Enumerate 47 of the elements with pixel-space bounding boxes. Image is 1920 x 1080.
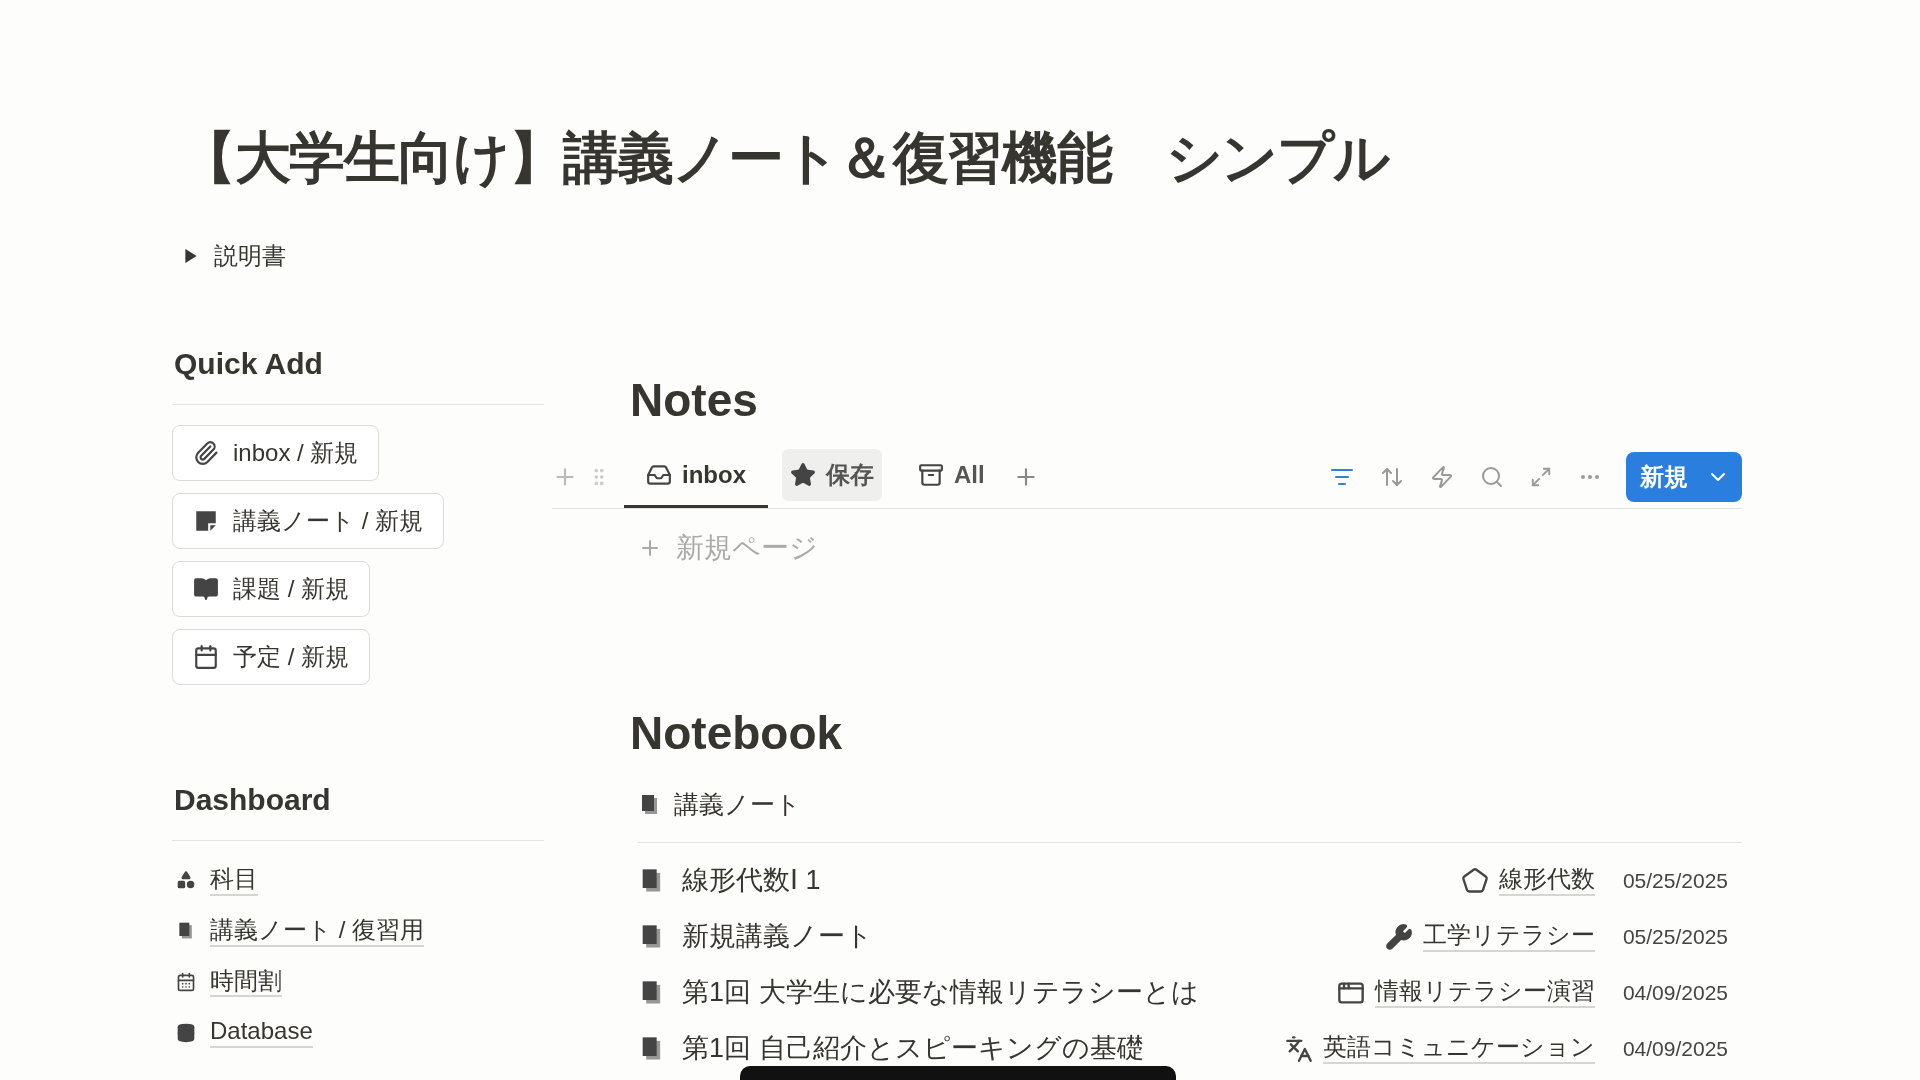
dashboard-link[interactable]: 科目 xyxy=(210,865,258,896)
note-title[interactable]: 新規講義ノート xyxy=(682,916,873,957)
book-icon xyxy=(193,576,219,602)
calendar-icon xyxy=(193,644,219,670)
page-title: 【大学生向け】講義ノート＆復習機能 シンプル xyxy=(180,130,1391,186)
note-title[interactable]: 第1回 大学生に必要な情報リテラシーとは xyxy=(682,972,1199,1013)
calendar-icon xyxy=(176,972,196,992)
wrench-icon xyxy=(1384,922,1413,951)
note-title[interactable]: 線形代数Ⅰ 1 xyxy=(682,860,821,901)
group-label: 講義ノート xyxy=(674,789,801,820)
quick-add-button[interactable]: inbox / 新規 xyxy=(172,425,380,481)
date-cell-text: 05/25/2025 xyxy=(1622,867,1728,894)
pentagon-icon xyxy=(1460,866,1489,895)
lightning-icon[interactable] xyxy=(1430,464,1454,489)
toggle-label[interactable]: 説明書 xyxy=(214,238,286,274)
archive-icon xyxy=(918,462,944,488)
note-title[interactable]: 第1回 自己紹介とスピーキングの基礎 xyxy=(682,1028,1144,1069)
quick-add-button[interactable]: 予定 / 新規 xyxy=(172,629,370,685)
toggle-triangle-icon[interactable] xyxy=(184,249,198,263)
quick-add-button[interactable]: 課題 / 新規 xyxy=(172,561,370,617)
dashboard-link[interactable]: 講義ノート / 復習用 xyxy=(210,915,424,947)
paperclip-icon xyxy=(193,440,219,466)
date-cell-text: 04/09/2025 xyxy=(1622,1035,1728,1062)
section-heading: Quick Add xyxy=(172,341,544,405)
subject-link[interactable]: 英語コミュニケーション xyxy=(1322,1033,1595,1064)
quick-add-button[interactable]: 講義ノート / 新規 xyxy=(172,493,444,549)
inbox-icon xyxy=(646,462,672,488)
section-heading: Notebook xyxy=(630,705,844,761)
subject-link[interactable]: 線形代数 xyxy=(1498,865,1595,896)
subject-link[interactable]: 工学リテラシー xyxy=(1422,921,1595,952)
view-tab[interactable]: All xyxy=(896,445,1007,508)
section-heading: Dashboard xyxy=(172,777,544,841)
note-icon xyxy=(193,508,219,534)
date-cell-text: 04/09/2025 xyxy=(1622,979,1728,1006)
dashboard-link[interactable]: Database xyxy=(210,1017,313,1049)
shapes-icon xyxy=(176,870,196,891)
subject-link[interactable]: 情報リテラシー演習 xyxy=(1374,977,1595,1008)
star-icon xyxy=(790,462,816,488)
search-icon[interactable] xyxy=(1480,464,1504,489)
date-cell-text: 05/25/2025 xyxy=(1622,923,1728,950)
dashboard-link[interactable]: 時間割 xyxy=(210,966,282,998)
section-heading: Notes xyxy=(630,373,759,428)
view-tab[interactable]: inbox xyxy=(624,445,768,508)
new-button[interactable]: 新規 xyxy=(1626,451,1742,502)
expand-icon[interactable] xyxy=(1530,465,1552,488)
translate-icon xyxy=(1284,1034,1313,1063)
database-icon xyxy=(176,1022,196,1043)
